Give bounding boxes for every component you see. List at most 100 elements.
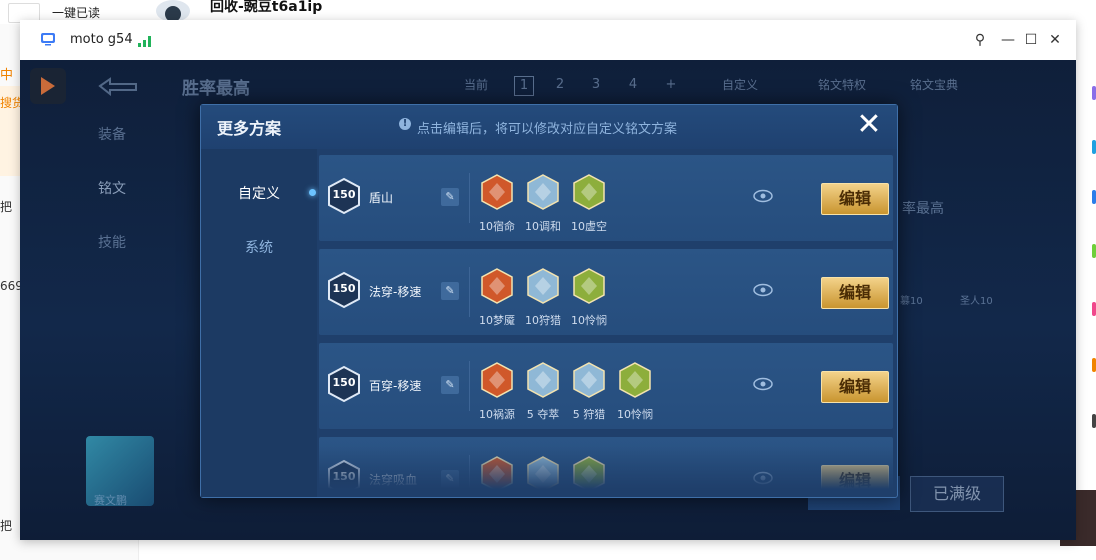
eye-icon[interactable]	[753, 283, 773, 297]
modal-sidebar: 自定义 系统	[201, 149, 317, 497]
close-icon[interactable]: ✕	[853, 109, 885, 141]
sidebar-text: 把	[0, 519, 13, 533]
eye-icon[interactable]	[753, 189, 773, 203]
avatar[interactable]	[156, 0, 190, 22]
rune-label: 10怜悯	[571, 314, 607, 327]
rune-item: 5 夺萃	[521, 361, 565, 422]
level-number: 150	[332, 470, 356, 483]
side-rune-label: 篡10	[900, 296, 923, 307]
app-icon[interactable]	[1092, 358, 1096, 372]
rune-item: 5 狩猎	[567, 361, 611, 422]
tab-custom[interactable]: 自定义	[201, 183, 317, 203]
app-icon[interactable]	[1092, 302, 1096, 316]
tab-system[interactable]: 系统	[201, 237, 317, 257]
back-icon[interactable]	[96, 76, 140, 96]
page-3[interactable]: 3	[587, 76, 605, 94]
rune-item: 10怜悯	[567, 267, 611, 328]
max-level-button[interactable]: 已满级	[910, 476, 1004, 512]
rune-icon	[527, 268, 559, 304]
rune-item: 10狩猎	[521, 267, 565, 328]
winrate-label: 率最高	[902, 201, 944, 217]
eye-icon[interactable]	[753, 471, 773, 485]
background-right-panel	[1076, 24, 1096, 560]
custom-label[interactable]: 自定义	[722, 76, 758, 93]
rune-item	[521, 455, 565, 489]
modal-hint: 点击编辑后，将可以修改对应自定义铭文方案	[417, 122, 678, 137]
window-title: moto g54	[70, 32, 133, 47]
plan-list: 150 盾山 ✎ 10宿命 10调和 10虚空 编辑 150 法穿-移速 ✎ 10梦魇 10狩猎 10怜…	[319, 155, 893, 489]
page-1[interactable]: 1	[514, 76, 534, 96]
app-icon[interactable]	[1092, 86, 1096, 100]
rune-icon	[481, 174, 513, 210]
rune-icon	[481, 268, 513, 304]
rune-icon	[527, 174, 559, 210]
rename-icon[interactable]: ✎	[441, 376, 459, 394]
divider	[469, 455, 470, 489]
rune-icon	[527, 456, 559, 489]
divider	[469, 173, 470, 223]
edit-button[interactable]: 编辑	[821, 277, 889, 309]
maximize-button[interactable]: ☐	[1021, 30, 1041, 50]
sidebar-text: 把	[0, 200, 13, 214]
rename-icon[interactable]: ✎	[441, 188, 459, 206]
edit-button[interactable]: 编辑	[821, 183, 889, 215]
rune-icon	[527, 362, 559, 398]
header-title: 胜率最高	[182, 79, 250, 99]
close-window-button[interactable]: ✕	[1045, 30, 1065, 50]
level-number: 150	[332, 282, 356, 295]
edit-button[interactable]: 编辑	[821, 371, 889, 403]
plan-row[interactable]: 150 法穿吸血 ✎ 编辑	[319, 437, 893, 489]
nav-skills[interactable]: 技能	[98, 232, 126, 252]
rune-feature-button[interactable]: 铭文特权	[818, 76, 866, 93]
rune-icon	[481, 456, 513, 489]
active-tab-indicator	[309, 189, 316, 196]
screen-mirror-icon	[41, 33, 55, 46]
app-icon[interactable]	[1092, 414, 1096, 428]
nav-equipment[interactable]: 装备	[98, 124, 126, 144]
rune-label: 5 夺萃	[526, 408, 560, 421]
more-plans-modal: 更多方案 ! 点击编辑后，将可以修改对应自定义铭文方案 ✕ 自定义 系统 150…	[200, 104, 898, 498]
rune-label: 10怜悯	[617, 408, 653, 421]
add-page-button[interactable]: +	[662, 76, 680, 94]
rename-icon[interactable]: ✎	[441, 282, 459, 300]
rune-item	[475, 455, 519, 489]
rune-label: 10狩猎	[525, 314, 561, 327]
plan-name: 盾山	[369, 191, 394, 205]
rune-label: 10调和	[525, 220, 561, 233]
nav-runes[interactable]: 铭文	[98, 178, 126, 198]
app-icon[interactable]	[1092, 244, 1096, 258]
plan-row[interactable]: 150 百穿-移速 ✎ 10祸源 5 夺萃 5 狩猎 10怜悯 编辑	[319, 343, 893, 429]
pin-icon[interactable]: ⚲	[970, 30, 990, 50]
divider	[469, 361, 470, 411]
plan-row[interactable]: 150 盾山 ✎ 10宿命 10调和 10虚空 编辑	[319, 155, 893, 241]
rename-icon[interactable]: ✎	[441, 470, 459, 488]
rune-icon	[573, 456, 605, 489]
app-icon[interactable]	[1092, 140, 1096, 154]
rune-icon	[573, 268, 605, 304]
game-screen: 胜率最高 装备 铭文 技能 当前 1 2 3 4 + 自定义 铭文特权 铭文宝典…	[20, 60, 1076, 540]
rune-book-button[interactable]: 铭文宝典	[910, 76, 958, 93]
game-logo-icon[interactable]	[30, 68, 66, 104]
modal-header: 更多方案 ! 点击编辑后，将可以修改对应自定义铭文方案 ✕	[201, 105, 897, 149]
rune-label: 5 狩猎	[572, 408, 606, 421]
plan-name: 百穿-移速	[369, 379, 422, 393]
title-bar: moto g54 ⚲ — ☐ ✕	[20, 20, 1076, 60]
rune-item: 10宿命	[475, 173, 519, 234]
plan-name: 法穿-移速	[369, 285, 422, 299]
sidebar-tab[interactable]: 中	[0, 64, 20, 86]
eye-icon[interactable]	[753, 377, 773, 391]
rune-label: 10梦魇	[479, 314, 515, 327]
app-icon[interactable]	[1092, 190, 1096, 204]
rune-item: 10梦魇	[475, 267, 519, 328]
plan-name: 法穿吸血	[369, 473, 418, 487]
rune-item	[567, 455, 611, 489]
rune-item: 10调和	[521, 173, 565, 234]
rune-item: 10祸源	[475, 361, 519, 422]
page-4[interactable]: 4	[624, 76, 642, 94]
page-2[interactable]: 2	[551, 76, 569, 94]
edit-button[interactable]: 编辑	[821, 465, 889, 489]
mark-all-read[interactable]: 一键已读	[52, 4, 100, 21]
rune-label: 10宿命	[479, 220, 515, 233]
minimize-button[interactable]: —	[998, 30, 1018, 50]
plan-row[interactable]: 150 法穿-移速 ✎ 10梦魇 10狩猎 10怜悯 编辑	[319, 249, 893, 335]
